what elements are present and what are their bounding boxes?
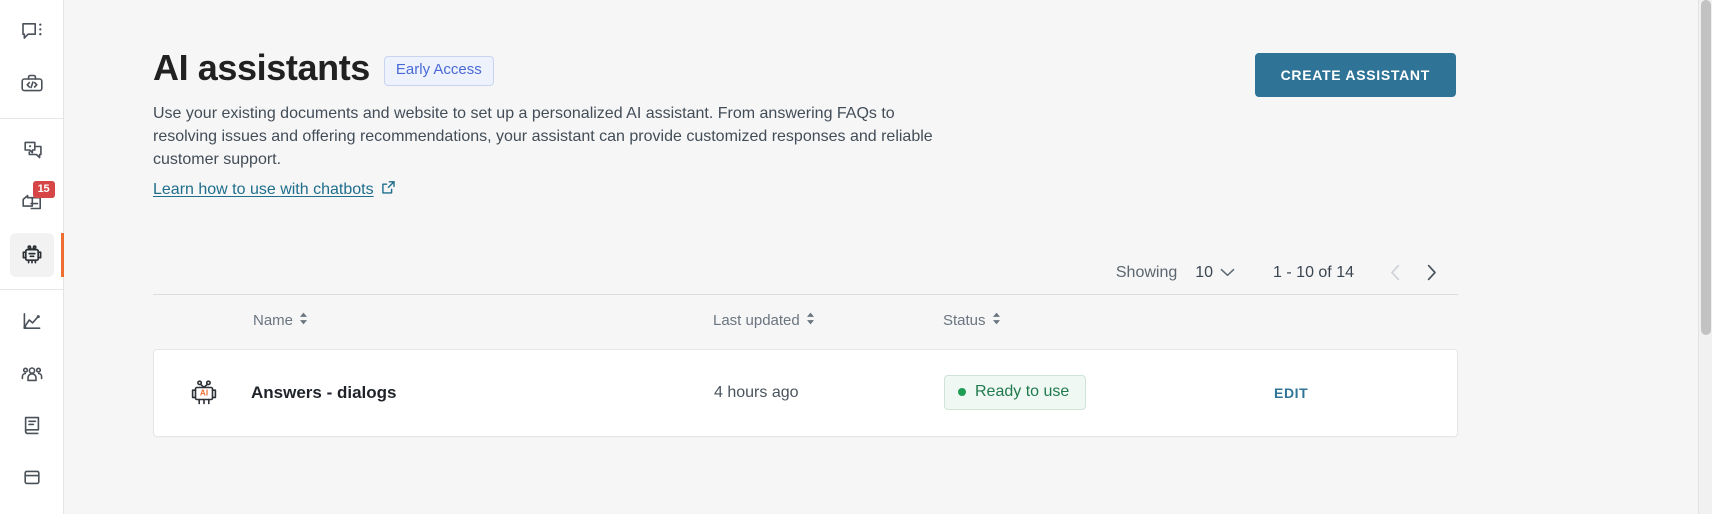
book-icon [19, 413, 45, 439]
sort-arrows-icon [299, 312, 308, 329]
panel-icon [19, 468, 45, 488]
sidebar-group-3 [0, 289, 63, 512]
team-people-icon [19, 361, 45, 387]
column-label-last-updated: Last updated [713, 312, 800, 330]
cell-status: Ready to use [944, 375, 1244, 411]
column-header-last-updated[interactable]: Last updated [713, 312, 943, 329]
column-label-name: Name [253, 312, 294, 330]
pagination-next-button[interactable] [1420, 262, 1442, 284]
app-root: 15 AI assistants Early Access Use your e… [0, 0, 1712, 514]
pagination-bar: Showing 10 1 - 10 of 14 [153, 262, 1456, 284]
cell-actions: EDIT [1244, 385, 1457, 401]
vertical-scrollbar[interactable] [1698, 0, 1712, 514]
sidebar-item-articles[interactable] [10, 404, 54, 448]
table-header-row: Name Last updated Status [153, 293, 1458, 347]
sidebar-item-reports[interactable] [10, 300, 54, 344]
page-description: Use your existing documents and website … [153, 104, 933, 168]
status-label: Ready to use [975, 383, 1070, 401]
assistants-table: Name Last updated Status AI Answers - di… [153, 293, 1458, 437]
table-row[interactable]: AI Answers - dialogs 4 hours ago Ready t… [153, 348, 1458, 437]
sidebar-item-more[interactable] [10, 456, 54, 500]
sidebar-item-tickets[interactable]: 15 [10, 181, 55, 225]
cell-name: AI Answers - dialogs [154, 373, 714, 413]
content-wrapper: AI assistants Early Access Use your exis… [64, 0, 1458, 437]
edit-button[interactable]: EDIT [1274, 385, 1308, 401]
chart-line-icon [19, 309, 45, 335]
column-header-status[interactable]: Status [943, 312, 1243, 329]
main-content: AI assistants Early Access Use your exis… [64, 0, 1712, 514]
code-toolbox-icon [19, 71, 45, 97]
sidebar-item-knowledge[interactable] [10, 129, 54, 173]
title-row: AI assistants Early Access [153, 48, 943, 88]
early-access-badge: Early Access [383, 56, 494, 86]
sidebar-item-developer[interactable] [10, 62, 54, 106]
assistant-name: Answers - dialogs [251, 382, 397, 402]
learn-more-link[interactable]: Learn how to use with chatbots [153, 180, 396, 200]
sidebar-item-team[interactable] [10, 352, 54, 396]
create-assistant-button[interactable]: CREATE ASSISTANT [1254, 53, 1456, 97]
robot-icon [18, 241, 46, 269]
chevron-down-icon [1220, 264, 1235, 282]
scrollbar-thumb[interactable] [1701, 0, 1711, 335]
sidebar-group-1 [0, 0, 63, 118]
pagination-prev-button[interactable] [1384, 262, 1406, 284]
header-left: AI assistants Early Access Use your exis… [153, 48, 943, 200]
sort-arrows-icon [806, 312, 815, 329]
status-dot-icon [958, 388, 966, 397]
sidebar-item-chats[interactable] [10, 10, 54, 54]
pagination-showing-label: Showing [1115, 263, 1178, 281]
sidebar: 15 [0, 0, 64, 514]
knowledge-cards-icon [19, 138, 45, 164]
page-size-value: 10 [1195, 263, 1214, 281]
sidebar-item-ai-assistants[interactable] [9, 233, 64, 277]
page-title: AI assistants [153, 47, 370, 88]
column-label-status: Status [943, 312, 986, 330]
cell-last-updated: 4 hours ago [714, 383, 799, 401]
pagination-arrows [1384, 262, 1442, 284]
svg-text:AI: AI [200, 388, 208, 397]
sort-arrows-icon [992, 312, 1001, 329]
tickets-badge: 15 [32, 181, 55, 198]
pagination-range: 1 - 10 of 14 [1273, 263, 1354, 281]
ai-robot-icon: AI [182, 373, 226, 413]
sidebar-group-2: 15 [0, 118, 64, 289]
column-header-name[interactable]: Name [153, 312, 713, 329]
status-badge: Ready to use [944, 375, 1087, 411]
chat-bubble-icon [19, 19, 45, 45]
page-size-select[interactable]: 10 [1195, 264, 1235, 282]
external-link-icon [381, 180, 396, 200]
learn-more-label: Learn how to use with chatbots [153, 180, 374, 198]
page-header: AI assistants Early Access Use your exis… [153, 48, 1456, 200]
